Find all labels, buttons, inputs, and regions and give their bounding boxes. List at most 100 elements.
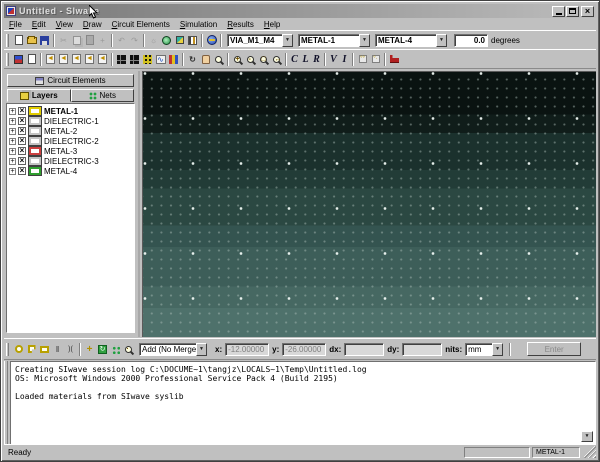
expand-icon[interactable]: + [9, 117, 16, 125]
inductor-icon[interactable]: L [301, 53, 311, 65]
draw-trace-icon[interactable]: ‖ [52, 343, 64, 355]
redo-icon[interactable]: ↷ [129, 34, 141, 46]
zoom-window-icon[interactable]: □ [258, 53, 270, 65]
chevron-down-icon[interactable]: ▼ [492, 342, 504, 356]
layer-row-dielectric-3[interactable]: + × DIELECTRIC-3 [8, 156, 133, 166]
chevron-down-icon[interactable]: ▼ [359, 33, 370, 47]
start-layer-combo[interactable]: METAL-1 ▼ [298, 33, 370, 47]
expand-icon[interactable]: + [9, 107, 16, 115]
zoom-out-icon[interactable]: - [245, 53, 257, 65]
visibility-checkbox[interactable]: × [18, 147, 26, 155]
zoom-to-net-icon[interactable]: · [123, 343, 135, 355]
move-icon[interactable]: + [97, 34, 109, 46]
y-input[interactable]: -26.00000 [282, 342, 327, 356]
zoom-icon[interactable] [213, 53, 225, 65]
menu-draw[interactable]: Draw [78, 20, 107, 29]
layout-canvas[interactable] [142, 71, 596, 337]
merge-mode-combo[interactable]: Add (No Merge) ▼ [139, 342, 207, 356]
expand-icon[interactable]: + [9, 137, 16, 145]
layer-row-metal-4[interactable]: + × METAL-4 [8, 166, 133, 176]
mesh-dense-icon[interactable] [129, 53, 141, 65]
tab-layers[interactable]: Layers [7, 89, 71, 102]
paste-icon[interactable] [84, 34, 96, 46]
expand-icon[interactable]: + [9, 167, 16, 175]
toolbar-grip[interactable] [6, 52, 9, 66]
layer-row-metal-3[interactable]: + × METAL-3 [8, 146, 133, 156]
layer-up-icon[interactable]: ◄ [71, 53, 83, 65]
set-origin-icon[interactable]: + [84, 343, 96, 355]
visibility-checkbox[interactable]: × [18, 167, 26, 175]
layer-color-swatch[interactable] [29, 127, 41, 135]
columns-icon[interactable] [187, 34, 199, 46]
chevron-down-icon[interactable]: ▼ [436, 33, 447, 47]
layer-color-swatch[interactable] [29, 157, 41, 165]
draw-bondwire-icon[interactable]: )( [65, 343, 77, 355]
open-icon[interactable] [26, 34, 38, 46]
validate-icon[interactable] [161, 34, 173, 46]
layer-color-swatch[interactable] [29, 147, 41, 155]
menu-results[interactable]: Results [222, 20, 259, 29]
draw-circle-icon[interactable] [13, 343, 25, 355]
layer-color-swatch[interactable] [29, 117, 41, 125]
scroll-down-button[interactable]: ▼ [581, 431, 593, 442]
resize-grip[interactable] [584, 446, 596, 458]
expand-icon[interactable]: + [9, 127, 16, 135]
enter-button[interactable]: Enter [527, 342, 582, 356]
rotation-input[interactable]: 0.0 [454, 33, 488, 47]
close-button[interactable]: × [581, 5, 594, 17]
toolbar-grip[interactable] [6, 342, 9, 356]
menu-edit[interactable]: Edit [27, 20, 51, 29]
chevron-down-icon[interactable]: ▼ [282, 33, 293, 47]
layer-down-icon[interactable]: ◄ [84, 53, 96, 65]
export-icon[interactable] [174, 34, 186, 46]
tab-nets[interactable]: Nets [70, 89, 134, 102]
menu-help[interactable]: Help [259, 20, 285, 29]
port-ref-icon[interactable]: °· [370, 53, 382, 65]
layer-row-dielectric-1[interactable]: + × DIELECTRIC-1 [8, 116, 133, 126]
undo-icon[interactable]: ↶ [116, 34, 128, 46]
layer-swap-icon[interactable]: ◄ [97, 53, 109, 65]
menu-view[interactable]: View [51, 20, 78, 29]
visibility-checkbox[interactable]: × [18, 107, 26, 115]
options-icon[interactable]: ☼ [148, 34, 160, 46]
web-globe-icon[interactable] [206, 34, 218, 46]
visibility-checkbox[interactable]: × [18, 127, 26, 135]
current-source-icon[interactable]: I [340, 53, 350, 65]
expand-icon[interactable]: + [9, 157, 16, 165]
units-combo[interactable]: mm ▼ [465, 342, 504, 356]
pan-hand-icon[interactable] [200, 53, 212, 65]
cut-icon[interactable]: ✂ [58, 34, 70, 46]
draw-polygon-icon[interactable] [26, 343, 38, 355]
layer-color-swatch[interactable] [29, 167, 41, 175]
layer-row-metal-2[interactable]: + × METAL-2 [8, 126, 133, 136]
port-icon[interactable]: °° [357, 53, 369, 65]
menu-file[interactable]: File [4, 20, 27, 29]
capacitor-icon[interactable]: C [290, 53, 300, 65]
mesh-icon[interactable] [116, 53, 128, 65]
copy-icon[interactable] [71, 34, 83, 46]
resistor-icon[interactable]: R [312, 53, 322, 65]
console-splitter[interactable] [4, 361, 8, 445]
color-scale-icon[interactable] [168, 53, 180, 65]
circuit-elements-panel-button[interactable]: Circuit Elements [7, 74, 134, 87]
visibility-checkbox[interactable]: × [18, 117, 26, 125]
highlight-icon[interactable]: ◄ [45, 53, 57, 65]
minimize-button[interactable] [552, 5, 565, 17]
layer-prev-icon[interactable]: ◄ [58, 53, 70, 65]
via-type-combo[interactable]: VIA_M1_M4 ▼ [227, 33, 293, 47]
layer-color-swatch[interactable] [29, 107, 41, 115]
toolbar-grip[interactable] [6, 33, 9, 47]
menu-simulation[interactable]: Simulation [175, 20, 222, 29]
expand-icon[interactable]: + [9, 147, 16, 155]
maximize-button[interactable] [566, 5, 579, 17]
end-layer-combo[interactable]: METAL-4 ▼ [375, 33, 447, 47]
menu-circuit-elements[interactable]: Circuit Elements [107, 20, 175, 29]
grid-settings-icon[interactable] [142, 53, 154, 65]
x-input[interactable]: -12.00000 [225, 342, 270, 356]
dx-input[interactable] [344, 342, 385, 356]
visibility-checkbox[interactable]: × [18, 157, 26, 165]
net-colors-icon[interactable] [13, 53, 25, 65]
new-icon[interactable] [13, 34, 25, 46]
rotate-shape-icon[interactable]: ↻ [97, 343, 109, 355]
save-icon[interactable] [39, 34, 51, 46]
